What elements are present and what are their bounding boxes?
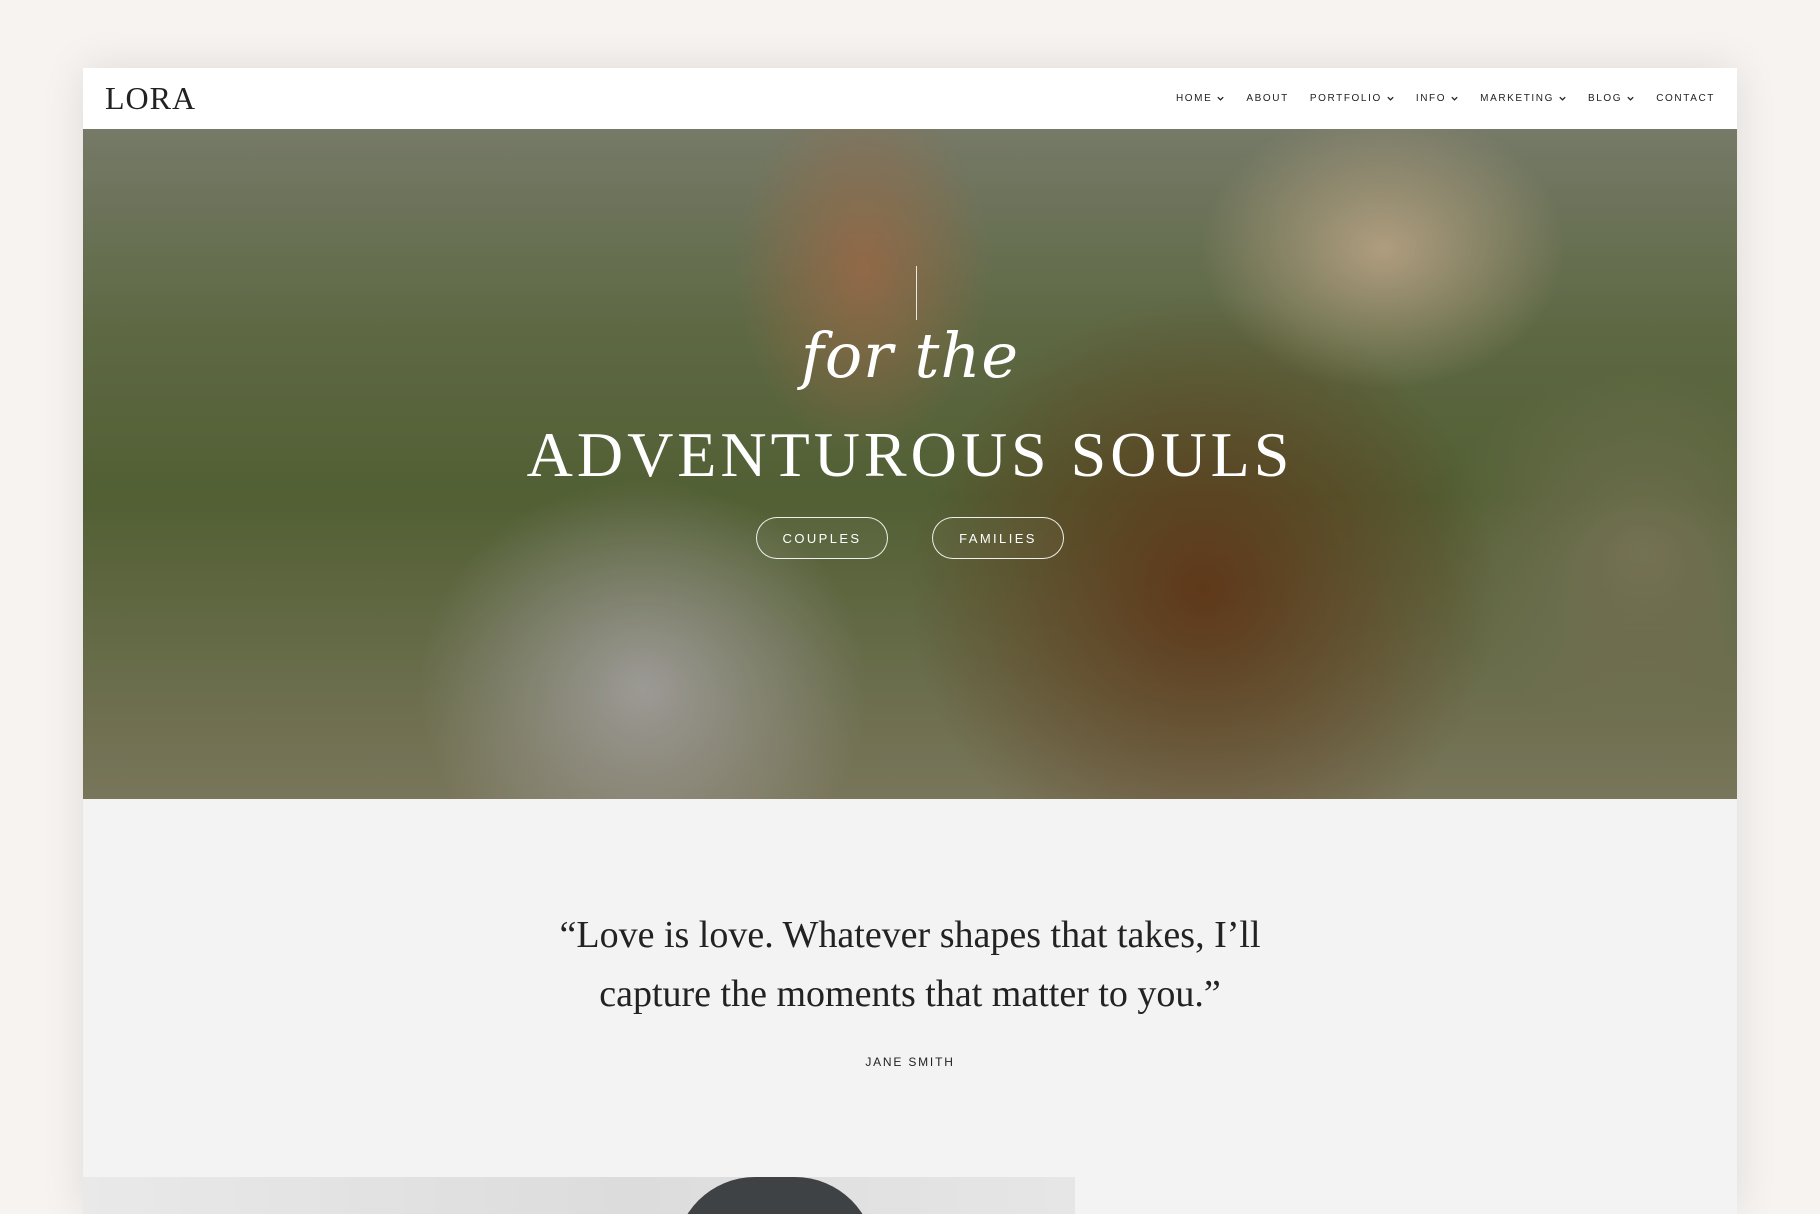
hero-divider xyxy=(916,266,917,320)
couples-button[interactable]: COUPLES xyxy=(756,517,888,559)
website-frame: LORA HOME ABOUT PORTFOLIO INFO MARKETING xyxy=(83,68,1737,1214)
nav-item-info[interactable]: INFO xyxy=(1416,93,1459,104)
nav-item-label: ABOUT xyxy=(1246,93,1289,104)
hero-title: ADVENTUROUS SOULS xyxy=(526,419,1294,490)
families-button[interactable]: FAMILIES xyxy=(932,517,1064,559)
chevron-down-icon xyxy=(1559,96,1566,101)
nav-item-label: BLOG xyxy=(1588,93,1623,104)
chevron-down-icon xyxy=(1627,96,1634,101)
nav-item-label: PORTFOLIO xyxy=(1309,93,1382,104)
portrait-image xyxy=(83,1177,1075,1214)
testimonial-quote: “Love is love. Whatever shapes that take… xyxy=(83,906,1737,1024)
nav-item-label: HOME xyxy=(1175,93,1213,104)
site-header: LORA HOME ABOUT PORTFOLIO INFO MARKETING xyxy=(83,68,1737,129)
hero-script-heading: for the xyxy=(800,319,1020,392)
nav-item-marketing[interactable]: MARKETING xyxy=(1480,93,1567,104)
site-logo[interactable]: LORA xyxy=(105,80,196,117)
hero-section: for the ADVENTUROUS SOULS COUPLES FAMILI… xyxy=(83,129,1737,799)
nav-item-about[interactable]: ABOUT xyxy=(1246,93,1288,104)
nav-item-label: INFO xyxy=(1415,93,1447,104)
hero-buttons: COUPLES FAMILIES xyxy=(83,517,1737,559)
quote-line: “Love is love. Whatever shapes that take… xyxy=(559,914,1261,956)
nav-item-blog[interactable]: BLOG xyxy=(1588,93,1635,104)
nav-item-portfolio[interactable]: PORTFOLIO xyxy=(1310,93,1395,104)
nav-item-contact[interactable]: CONTACT xyxy=(1656,93,1715,104)
chevron-down-icon xyxy=(1451,96,1458,101)
portrait-subject xyxy=(675,1177,875,1214)
testimonial-author: JANE SMITH xyxy=(865,1055,955,1069)
nav-item-home[interactable]: HOME xyxy=(1176,93,1225,104)
main-nav: HOME ABOUT PORTFOLIO INFO MARKETING BLOG xyxy=(1176,93,1715,104)
testimonial-section: “Love is love. Whatever shapes that take… xyxy=(83,799,1737,1214)
chevron-down-icon xyxy=(1387,96,1394,101)
nav-item-label: MARKETING xyxy=(1480,93,1554,104)
chevron-down-icon xyxy=(1217,96,1225,101)
nav-item-label: CONTACT xyxy=(1656,93,1715,104)
quote-line: capture the moments that matter to you.” xyxy=(599,973,1221,1015)
